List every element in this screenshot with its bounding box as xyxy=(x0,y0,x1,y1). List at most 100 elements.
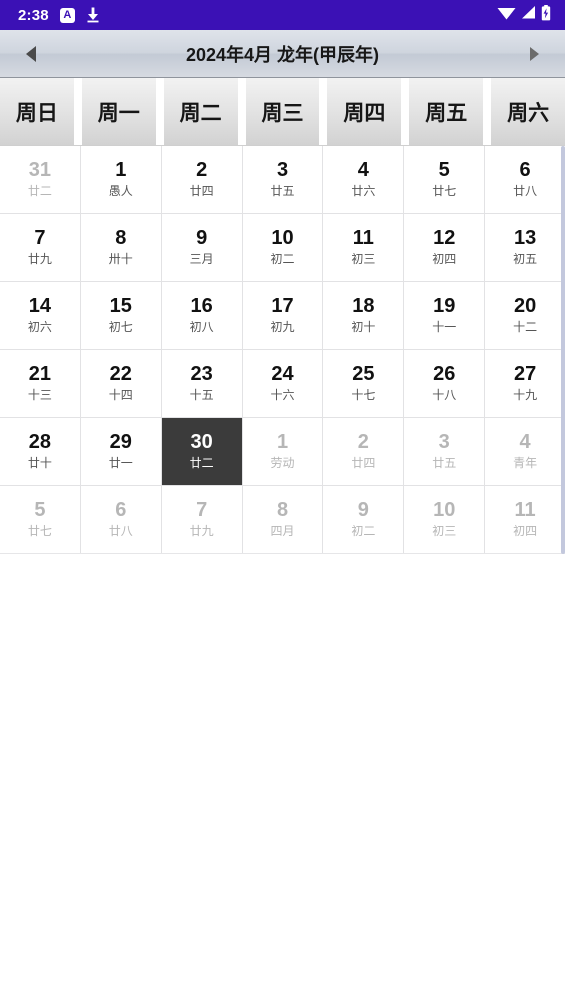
day-cell[interactable]: 3 廿五 xyxy=(404,418,486,485)
day-cell[interactable]: 29 廿一 xyxy=(80,418,162,485)
day-lunar-label: 十一 xyxy=(432,320,457,335)
day-lunar-label: 廿一 xyxy=(108,456,133,471)
day-number: 28 xyxy=(28,430,52,453)
day-number: 3 xyxy=(438,430,450,453)
day-lunar-label: 十三 xyxy=(27,388,52,403)
day-cell[interactable]: 5 廿七 xyxy=(0,486,81,553)
day-cell[interactable]: 10 初二 xyxy=(242,214,324,281)
day-number: 31 xyxy=(28,158,52,181)
day-number: 14 xyxy=(28,294,52,317)
day-lunar-label: 十六 xyxy=(270,388,295,403)
day-lunar-label: 十九 xyxy=(513,388,538,403)
day-cell[interactable]: 18 初十 xyxy=(323,282,405,349)
day-cell[interactable]: 27 十九 xyxy=(485,350,565,417)
day-cell[interactable]: 4 廿六 xyxy=(323,146,405,213)
day-number: 9 xyxy=(357,498,369,521)
day-cell[interactable]: 9 三月 xyxy=(161,214,243,281)
day-cell[interactable]: 11 初三 xyxy=(323,214,405,281)
download-icon xyxy=(86,7,100,23)
day-lunar-label: 四月 xyxy=(270,524,295,539)
day-number: 26 xyxy=(433,362,456,385)
day-cell[interactable]: 5 廿七 xyxy=(404,146,486,213)
day-cell[interactable]: 2 廿四 xyxy=(323,418,405,485)
day-cell[interactable]: 7 廿九 xyxy=(161,486,243,553)
day-lunar-label: 初六 xyxy=(27,320,52,335)
day-number: 25 xyxy=(352,362,375,385)
day-lunar-label: 初七 xyxy=(108,320,133,335)
calendar-grid-container[interactable]: 31 廿二 1 愚人 2 廿四 3 廿五 4 廿六 5 廿七 6 廿八 7 廿九 8 卅十 9 三月 10 初二 11 初三 1… xyxy=(0,146,565,560)
day-cell[interactable]: 8 卅十 xyxy=(80,214,162,281)
day-cell-selected[interactable]: 30 廿二 xyxy=(161,418,243,485)
day-lunar-label: 廿九 xyxy=(189,524,214,539)
calendar-grid: 31 廿二 1 愚人 2 廿四 3 廿五 4 廿六 5 廿七 6 廿八 7 廿九 8 卅十 9 三月 10 初二 11 初三 1… xyxy=(0,146,565,554)
day-cell[interactable]: 7 廿九 xyxy=(0,214,81,281)
day-cell[interactable]: 1 劳动 xyxy=(242,418,324,485)
day-number: 12 xyxy=(433,226,456,249)
day-lunar-label: 十二 xyxy=(513,320,538,335)
day-cell[interactable]: 20 十二 xyxy=(485,282,565,349)
day-cell[interactable]: 12 初四 xyxy=(404,214,486,281)
day-cell[interactable]: 11 初四 xyxy=(485,486,565,553)
day-cell[interactable]: 21 十三 xyxy=(0,350,81,417)
day-lunar-label: 劳动 xyxy=(270,456,295,471)
day-cell[interactable]: 24 十六 xyxy=(242,350,324,417)
day-lunar-label: 廿九 xyxy=(27,252,52,267)
day-lunar-label: 廿八 xyxy=(108,524,133,539)
day-number: 5 xyxy=(438,158,450,181)
day-cell[interactable]: 17 初九 xyxy=(242,282,324,349)
day-cell[interactable]: 4 青年 xyxy=(485,418,565,485)
day-number: 16 xyxy=(190,294,213,317)
prev-month-button[interactable] xyxy=(14,37,48,71)
day-cell[interactable]: 26 十八 xyxy=(404,350,486,417)
day-cell[interactable]: 16 初八 xyxy=(161,282,243,349)
day-number: 11 xyxy=(514,498,536,521)
next-month-button[interactable] xyxy=(517,37,551,71)
day-lunar-label: 廿八 xyxy=(513,184,538,199)
day-cell[interactable]: 2 廿四 xyxy=(161,146,243,213)
day-number: 29 xyxy=(109,430,132,453)
day-lunar-label: 廿二 xyxy=(189,456,214,471)
day-number: 11 xyxy=(352,226,374,249)
day-cell[interactable]: 6 廿八 xyxy=(80,486,162,553)
day-lunar-label: 初四 xyxy=(432,252,457,267)
day-cell[interactable]: 15 初七 xyxy=(80,282,162,349)
day-cell[interactable]: 6 廿八 xyxy=(485,146,565,213)
triangle-right-icon xyxy=(529,46,539,61)
day-cell[interactable]: 25 十七 xyxy=(323,350,405,417)
day-cell[interactable]: 1 愚人 xyxy=(80,146,162,213)
day-number: 3 xyxy=(276,158,289,181)
day-cell[interactable]: 13 初五 xyxy=(485,214,565,281)
day-lunar-label: 愚人 xyxy=(108,184,133,199)
day-lunar-label: 十八 xyxy=(432,388,457,403)
day-number: 22 xyxy=(109,362,132,385)
app-badge-a-icon: A xyxy=(59,7,75,23)
day-cell[interactable]: 19 十一 xyxy=(404,282,486,349)
calendar-week-row: 5 廿七 6 廿八 7 廿九 8 四月 9 初二 10 初三 11 初四 xyxy=(0,486,565,554)
day-cell[interactable]: 22 十四 xyxy=(80,350,162,417)
weekday-header-2: 周二 xyxy=(163,78,238,145)
day-cell[interactable]: 8 四月 xyxy=(242,486,324,553)
day-number: 4 xyxy=(519,430,531,453)
day-number: 24 xyxy=(271,362,294,385)
day-number: 10 xyxy=(271,226,294,249)
day-cell[interactable]: 31 廿二 xyxy=(0,146,81,213)
calendar-scrollbar[interactable] xyxy=(561,146,565,560)
day-lunar-label: 廿四 xyxy=(189,184,214,199)
day-cell[interactable]: 23 十五 xyxy=(161,350,243,417)
triangle-left-icon xyxy=(26,45,36,62)
day-number: 10 xyxy=(433,498,456,521)
day-cell[interactable]: 14 初六 xyxy=(0,282,81,349)
status-bar-left: 2:38 A xyxy=(10,7,100,24)
day-lunar-label: 初十 xyxy=(351,320,376,335)
day-number: 30 xyxy=(190,430,213,453)
calendar-scrollbar-thumb[interactable] xyxy=(561,146,565,554)
weekday-header-3: 周三 xyxy=(245,78,320,145)
day-cell[interactable]: 10 初三 xyxy=(404,486,486,553)
day-cell[interactable]: 28 廿十 xyxy=(0,418,81,485)
day-number: 27 xyxy=(513,362,537,385)
calendar-week-row: 31 廿二 1 愚人 2 廿四 3 廿五 4 廿六 5 廿七 6 廿八 xyxy=(0,146,565,214)
day-cell[interactable]: 9 初二 xyxy=(323,486,405,553)
weekday-header-row: 周日 周一 周二 周三 周四 周五 周六 xyxy=(0,78,565,146)
day-cell[interactable]: 3 廿五 xyxy=(242,146,324,213)
status-bar-right xyxy=(497,4,555,26)
